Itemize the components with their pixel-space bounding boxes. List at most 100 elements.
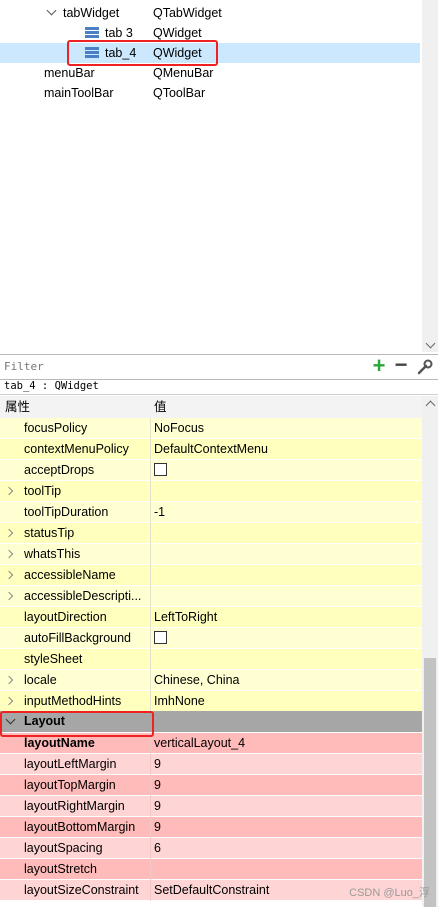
property-value[interactable]: 9 (154, 817, 420, 837)
property-value[interactable]: 9 (154, 775, 420, 795)
column-divider (150, 607, 151, 628)
highlight-box-layout (0, 711, 154, 737)
property-row[interactable]: inputMethodHints ImhNone (0, 691, 422, 712)
property-name: accessibleDescripti... (24, 589, 142, 603)
column-divider (150, 817, 151, 838)
property-value[interactable]: ImhNone (154, 691, 420, 711)
property-row[interactable]: styleSheet (0, 649, 422, 670)
property-value[interactable]: 9 (154, 796, 420, 816)
tree-row-maintoolbar[interactable]: mainToolBar QToolBar (0, 83, 420, 103)
property-scrollbar[interactable] (422, 396, 438, 907)
tree-item-class: QToolBar (153, 86, 206, 100)
column-divider (150, 796, 151, 817)
tree-item-name: tabWidget (63, 6, 120, 20)
property-name: focusPolicy (24, 421, 88, 435)
tree-row-tabwidget[interactable]: tabWidget QTabWidget (0, 3, 420, 23)
property-name: statusTip (24, 526, 75, 540)
property-header: 属性 值 (0, 396, 422, 419)
property-name: layoutLeftMargin (24, 757, 117, 771)
property-name: layoutSizeConstraint (24, 883, 139, 897)
property-row[interactable]: acceptDrops (0, 460, 422, 481)
column-divider (150, 565, 151, 586)
scroll-down-arrow-icon[interactable] (425, 338, 436, 349)
column-divider (150, 649, 151, 670)
property-row[interactable]: autoFillBackground (0, 628, 422, 649)
scrollbar-thumb[interactable] (424, 658, 436, 907)
value-column-header: 值 (154, 400, 167, 414)
property-value[interactable]: Chinese, China (154, 670, 420, 690)
property-value[interactable]: -1 (154, 502, 420, 522)
column-divider (150, 481, 151, 502)
selected-object-path: tab_4 : QWidget (0, 379, 438, 395)
scroll-up-arrow-icon[interactable] (425, 400, 436, 411)
watermark: CSDN @Luo_浮 (349, 887, 430, 899)
property-name: accessibleName (24, 568, 116, 582)
property-value[interactable]: LeftToRight (154, 607, 420, 627)
property-column-header: 属性 (5, 400, 31, 414)
remove-property-icon[interactable]: − (392, 354, 410, 377)
tree-item-class: QTabWidget (153, 6, 222, 20)
property-name: layoutRightMargin (24, 799, 125, 813)
filter-bar: + − (0, 354, 438, 380)
column-divider (150, 691, 151, 712)
property-row[interactable]: focusPolicy NoFocus (0, 418, 422, 439)
chevron-down-icon[interactable] (46, 5, 57, 16)
property-value[interactable]: verticalLayout_4 (154, 733, 420, 753)
tree-item-name: mainToolBar (44, 86, 114, 100)
column-divider (150, 880, 151, 901)
chevron-right-icon[interactable] (4, 486, 14, 496)
tree-row-menubar[interactable]: menuBar QMenuBar (0, 63, 420, 83)
column-divider (150, 754, 151, 775)
property-row[interactable]: accessibleName (0, 565, 422, 586)
property-name: layoutBottomMargin (24, 820, 136, 834)
property-name: contextMenuPolicy (24, 442, 129, 456)
property-value[interactable]: 9 (154, 754, 420, 774)
property-name: locale (24, 673, 57, 687)
property-name: layoutTopMargin (24, 778, 116, 792)
property-row[interactable]: layoutDirection LeftToRight (0, 607, 422, 628)
property-row[interactable]: whatsThis (0, 544, 422, 565)
property-name: layoutStretch (24, 862, 97, 876)
column-divider (150, 859, 151, 880)
property-row[interactable]: contextMenuPolicy DefaultContextMenu (0, 439, 422, 460)
checkbox[interactable] (154, 463, 167, 477)
filter-input[interactable] (2, 357, 366, 375)
chevron-right-icon[interactable] (4, 528, 14, 538)
property-name: toolTip (24, 484, 62, 498)
layout-property-row[interactable]: layoutBottomMargin 9 (0, 817, 422, 838)
property-name: styleSheet (24, 652, 83, 666)
column-divider (150, 439, 151, 460)
property-row[interactable]: toolTip (0, 481, 422, 502)
tree-scrollbar[interactable] (422, 0, 438, 352)
object-inspector-tree: tabWidget QTabWidget tab 3 QWidget tab_4… (0, 0, 438, 352)
property-value[interactable]: NoFocus (154, 418, 420, 438)
chevron-right-icon[interactable] (4, 675, 14, 685)
property-row[interactable]: statusTip (0, 523, 422, 544)
add-property-icon[interactable]: + (370, 355, 388, 377)
layout-property-row[interactable]: layoutStretch (0, 859, 422, 880)
chevron-right-icon[interactable] (4, 696, 14, 706)
property-name: acceptDrops (24, 463, 95, 477)
column-divider (150, 523, 151, 544)
checkbox[interactable] (154, 631, 167, 645)
column-divider (150, 670, 151, 691)
property-value[interactable]: DefaultContextMenu (154, 439, 420, 459)
layout-property-row[interactable]: layoutLeftMargin 9 (0, 754, 422, 775)
chevron-right-icon[interactable] (4, 570, 14, 580)
widget-icon (85, 27, 99, 40)
layout-property-row[interactable]: layoutTopMargin 9 (0, 775, 422, 796)
property-row[interactable]: accessibleDescripti... (0, 586, 422, 607)
property-value[interactable]: 6 (154, 838, 420, 858)
chevron-right-icon[interactable] (4, 549, 14, 559)
property-row[interactable]: toolTipDuration -1 (0, 502, 422, 523)
wrench-icon[interactable] (416, 358, 434, 376)
property-name: toolTipDuration (24, 505, 109, 519)
column-divider (150, 502, 151, 523)
property-name: layoutDirection (24, 610, 107, 624)
property-row[interactable]: locale Chinese, China (0, 670, 422, 691)
layout-property-row[interactable]: layoutSpacing 6 (0, 838, 422, 859)
layout-property-row[interactable]: layoutRightMargin 9 (0, 796, 422, 817)
property-name: inputMethodHints (24, 694, 122, 708)
chevron-right-icon[interactable] (4, 591, 14, 601)
column-divider (150, 460, 151, 481)
